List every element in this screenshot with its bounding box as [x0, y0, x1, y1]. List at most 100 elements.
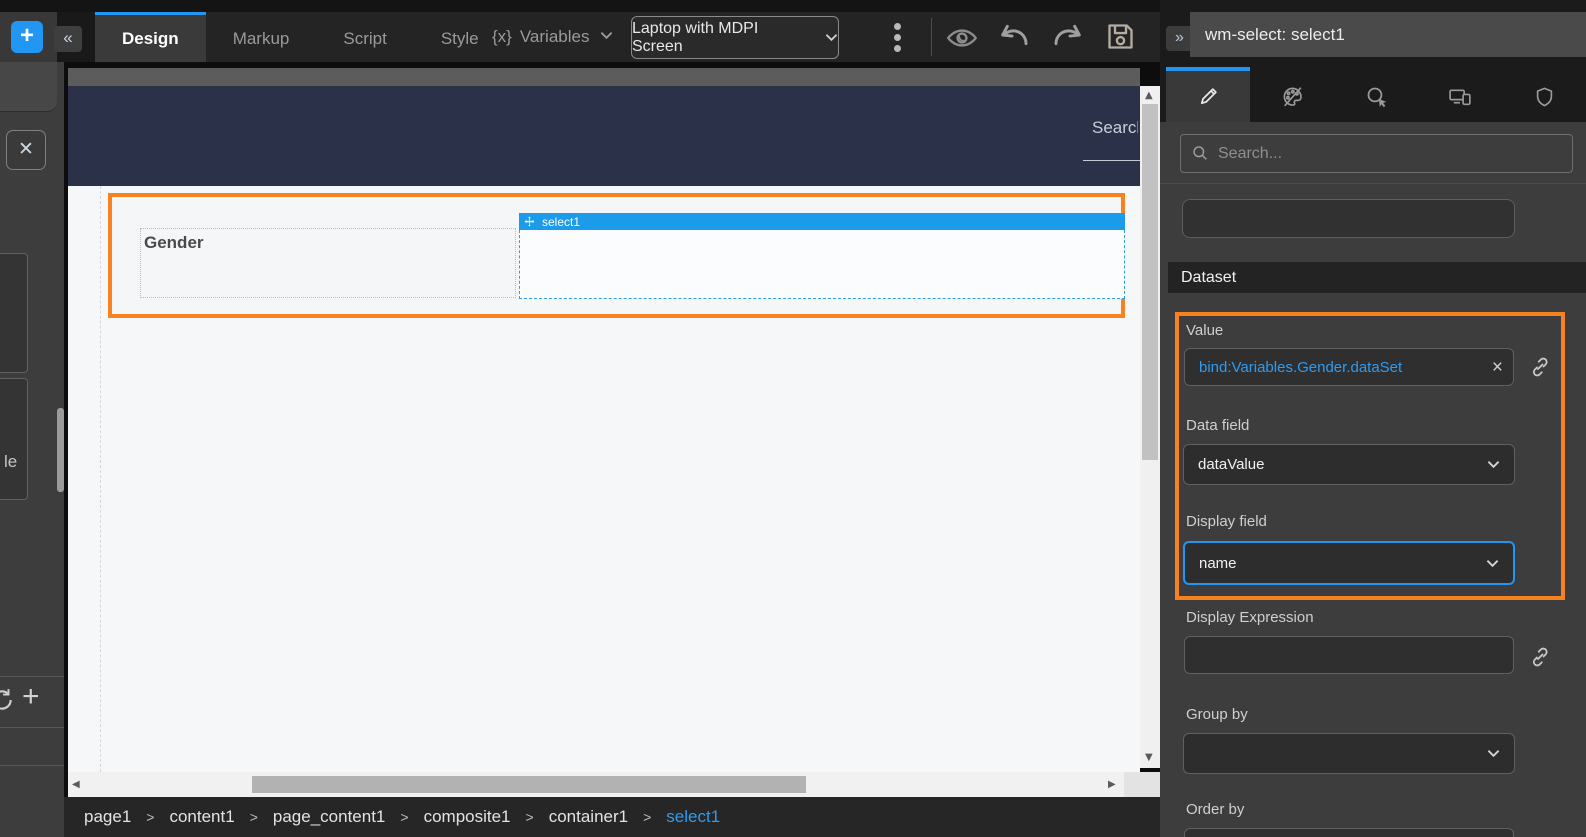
value-label: Value [1186, 322, 1223, 339]
display-expression-field[interactable] [1184, 636, 1514, 674]
more-options-button[interactable] [890, 23, 904, 52]
pencil-icon [1197, 85, 1220, 108]
tab-events[interactable] [1334, 67, 1418, 122]
breadcrumb-separator: > [250, 809, 258, 825]
horizontal-scrollbar-thumb[interactable] [252, 776, 806, 793]
inspect-cursor-icon [1364, 84, 1389, 109]
breadcrumb-item-content1[interactable]: content1 [169, 807, 234, 827]
chevron-down-icon [1486, 559, 1499, 568]
close-panel-button[interactable]: ✕ [6, 130, 46, 170]
breadcrumb: page1 > content1 > page_content1 > compo… [64, 797, 1160, 837]
undo-icon[interactable] [998, 22, 1030, 52]
vertical-scrollbar-thumb[interactable] [1142, 104, 1158, 460]
redo-icon[interactable] [1052, 22, 1084, 52]
widget-palette-item[interactable] [0, 253, 28, 373]
tab-properties[interactable] [1166, 67, 1250, 122]
scroll-down-arrow[interactable]: ▼ [1145, 752, 1153, 763]
navbar-search-underline [1083, 160, 1140, 161]
collapse-left-panel-button[interactable]: « [54, 26, 82, 52]
chevron-down-icon [1487, 749, 1500, 758]
variables-label: Variables [520, 27, 590, 47]
clear-binding-icon[interactable]: × [1492, 358, 1503, 377]
select1-widget-tag: select1 [542, 215, 580, 229]
property-search-input[interactable] [1218, 145, 1548, 163]
save-icon[interactable] [1104, 20, 1137, 53]
gender-label-text: Gender [144, 233, 204, 253]
select1-widget-body[interactable] [519, 230, 1125, 299]
bind-link-icon[interactable] [1528, 355, 1552, 379]
device-preview-select[interactable]: Laptop with MDPI Screen [631, 16, 839, 59]
inspector-panel: » wm-select: select1 [1160, 0, 1586, 837]
display-expression-label: Display Expression [1186, 609, 1314, 626]
property-search[interactable] [1180, 134, 1573, 173]
value-binding-text: bind:Variables.Gender.dataSet [1199, 359, 1492, 376]
data-field-value: dataValue [1198, 456, 1264, 473]
group-by-select[interactable] [1183, 733, 1515, 774]
inspector-title: wm-select: select1 [1190, 12, 1586, 57]
breadcrumb-item-container1[interactable]: container1 [549, 807, 628, 827]
data-field-label: Data field [1186, 417, 1249, 434]
breadcrumb-separator: > [146, 809, 154, 825]
scroll-up-arrow[interactable]: ▲ [1145, 90, 1153, 101]
canvas-top-strip [68, 68, 1140, 86]
tab-design[interactable]: Design [95, 12, 206, 62]
move-icon [524, 216, 535, 227]
breadcrumb-item-page1[interactable]: page1 [84, 807, 131, 827]
variables-menu[interactable]: {x} Variables [492, 12, 589, 62]
display-field-value: name [1199, 555, 1237, 572]
search-icon [1192, 145, 1209, 162]
expand-panel-button[interactable]: » [1166, 26, 1193, 51]
select1-widget[interactable]: select1 [519, 213, 1125, 299]
chevron-down-icon [1487, 460, 1500, 469]
divider [0, 727, 66, 728]
order-by-field[interactable] [1184, 828, 1514, 837]
breadcrumb-item-composite1[interactable]: composite1 [424, 807, 511, 827]
tab-markup[interactable]: Markup [206, 12, 317, 62]
display-field-select[interactable]: name [1183, 541, 1515, 585]
studio-window: + « Design Markup Script Style {x} Varia… [0, 0, 1586, 837]
divider [1160, 183, 1586, 184]
breadcrumb-item-select1[interactable]: select1 [666, 807, 720, 827]
data-field-select[interactable]: dataValue [1183, 444, 1515, 485]
navbar-search-text: Search [1092, 118, 1138, 138]
devices-icon [1447, 84, 1474, 109]
container-dashed-edge [100, 186, 101, 772]
variables-chevron-icon[interactable] [600, 31, 613, 40]
inspector-tabs [1160, 67, 1586, 122]
breadcrumb-separator: > [643, 809, 651, 825]
dataset-section-header[interactable]: Dataset [1168, 262, 1586, 293]
editor-tabs: Design Markup Script Style [95, 12, 506, 62]
breadcrumb-item-page-content1[interactable]: page_content1 [273, 807, 386, 827]
unlabeled-input[interactable] [1182, 199, 1515, 238]
refresh-icon[interactable] [0, 687, 15, 713]
order-by-label: Order by [1186, 801, 1244, 818]
breadcrumb-separator: > [400, 809, 408, 825]
sidebar-top-block [0, 62, 57, 112]
device-preview-value: Laptop with MDPI Screen [632, 20, 813, 56]
sidebar-scrollbar-thumb[interactable] [57, 408, 64, 492]
chevron-down-icon [825, 33, 838, 42]
add-widget-button[interactable]: + [11, 21, 43, 53]
preview-eye-icon[interactable] [945, 27, 979, 49]
toolbar-divider [931, 18, 932, 56]
page-navbar-preview: Search [68, 86, 1140, 186]
gender-label-widget[interactable]: Gender [140, 228, 516, 298]
divider [0, 676, 66, 677]
clipped-label: le [4, 452, 17, 472]
tab-script[interactable]: Script [316, 12, 413, 62]
bind-link-icon[interactable] [1528, 645, 1552, 669]
scroll-right-arrow[interactable]: ▶ [1108, 779, 1116, 790]
shield-icon [1533, 85, 1556, 109]
widget-palette-item[interactable] [0, 378, 28, 500]
tab-devices[interactable] [1418, 67, 1502, 122]
breadcrumb-separator: > [526, 809, 534, 825]
tab-styles[interactable] [1250, 67, 1334, 122]
left-sidebar: ✕ le + [0, 62, 66, 837]
scrollbar-corner [1124, 772, 1160, 797]
select1-widget-header[interactable]: select1 [519, 213, 1125, 230]
display-field-label: Display field [1186, 513, 1267, 530]
tab-security[interactable] [1502, 67, 1586, 122]
value-field[interactable]: bind:Variables.Gender.dataSet × [1184, 348, 1514, 386]
scroll-left-arrow[interactable]: ◀ [72, 779, 80, 790]
add-item-icon[interactable]: + [22, 680, 40, 714]
